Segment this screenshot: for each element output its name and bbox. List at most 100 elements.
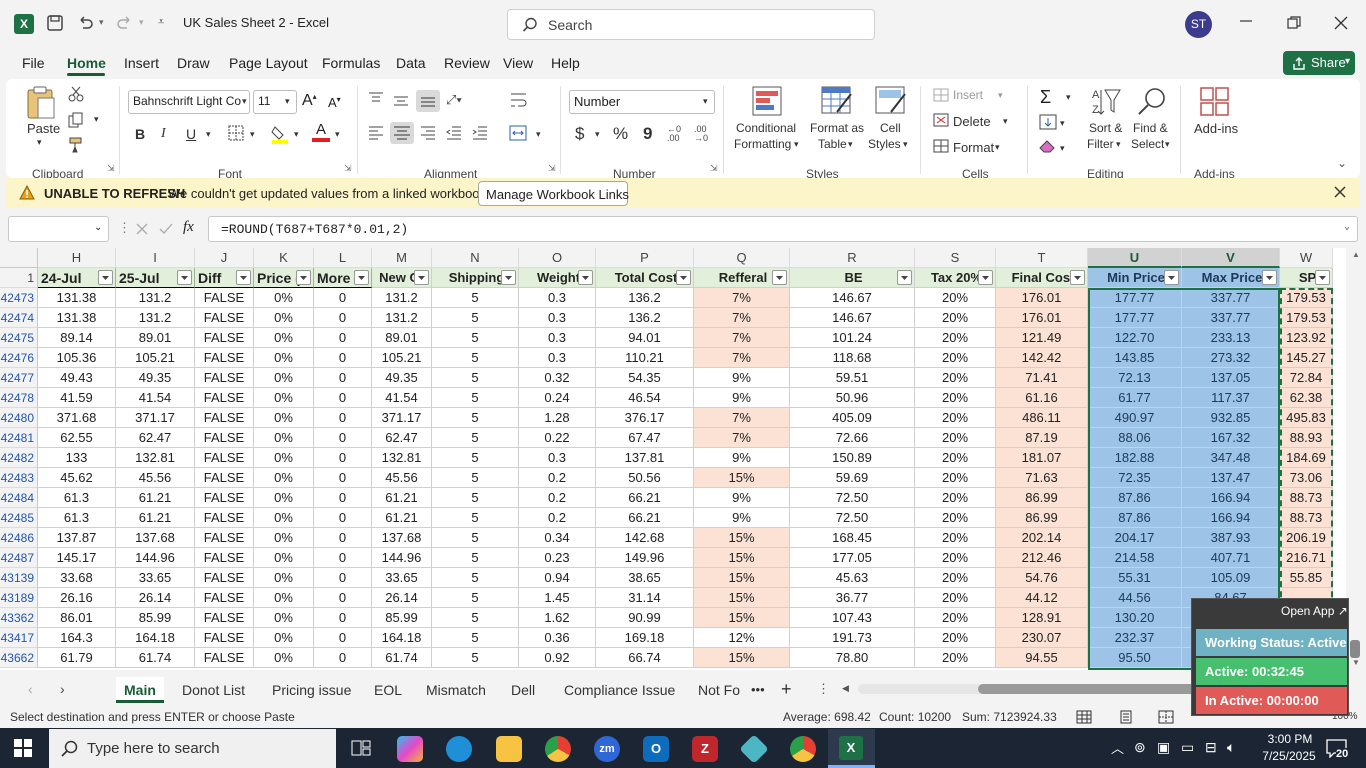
table-cell[interactable]: 72.13	[1088, 368, 1182, 388]
open-app-link[interactable]: Open App ↗	[1281, 604, 1348, 618]
table-cell[interactable]: 145.17	[38, 548, 116, 568]
table-cell[interactable]: 7%	[694, 288, 790, 308]
table-cell[interactable]: 9%	[694, 388, 790, 408]
next-sheet-icon[interactable]: ›	[60, 681, 65, 697]
table-cell[interactable]: 0%	[254, 388, 314, 408]
row-header[interactable]: 42483	[0, 468, 38, 488]
table-cell[interactable]: 490.97	[1088, 408, 1182, 428]
table-cell[interactable]: 131.2	[372, 308, 432, 328]
table-cell[interactable]: 233.13	[1182, 328, 1280, 348]
table-cell[interactable]: 49.35	[116, 368, 195, 388]
table-cell[interactable]: 5	[432, 648, 519, 668]
format-as-table-label2[interactable]: Table	[818, 137, 847, 151]
align-center-icon[interactable]	[390, 122, 414, 144]
filter-dropdown-icon[interactable]	[1164, 270, 1179, 285]
more-options-icon[interactable]: ⋮	[118, 220, 131, 236]
table-cell[interactable]: 66.21	[596, 508, 694, 528]
table-header-cell[interactable]: Max Price	[1182, 268, 1280, 288]
table-cell[interactable]: 0	[314, 428, 372, 448]
name-box-dropdown-icon[interactable]: ⌄	[94, 222, 102, 233]
number-launcher-icon[interactable]: ⇲	[710, 163, 718, 174]
more-sheets-icon[interactable]: •••	[751, 682, 765, 697]
filter-dropdown-icon[interactable]	[772, 270, 787, 285]
table-cell[interactable]: 122.70	[1088, 328, 1182, 348]
format-painter-icon[interactable]	[68, 137, 84, 153]
redo-icon[interactable]	[116, 14, 134, 32]
table-cell[interactable]: 182.88	[1088, 448, 1182, 468]
table-cell[interactable]: 181.07	[996, 448, 1088, 468]
save-icon[interactable]	[46, 14, 64, 32]
table-cell[interactable]: 46.54	[596, 388, 694, 408]
column-header-k[interactable]: K	[254, 248, 314, 268]
column-header-t[interactable]: T	[996, 248, 1088, 268]
sheet-tab-eol[interactable]: EOL	[366, 677, 410, 703]
delete-dropdown-icon[interactable]: ▾	[1003, 116, 1008, 127]
table-cell[interactable]: 5	[432, 388, 519, 408]
table-cell[interactable]: FALSE	[195, 448, 254, 468]
table-cell[interactable]: 61.21	[372, 508, 432, 528]
normal-view-icon[interactable]	[1076, 710, 1092, 724]
table-cell[interactable]: 145.27	[1280, 348, 1333, 368]
table-cell[interactable]: 0	[314, 448, 372, 468]
table-cell[interactable]: 0	[314, 568, 372, 588]
table-cell[interactable]: 0	[314, 328, 372, 348]
table-cell[interactable]: FALSE	[195, 588, 254, 608]
table-cell[interactable]: FALSE	[195, 608, 254, 628]
table-cell[interactable]: 0%	[254, 288, 314, 308]
table-cell[interactable]: FALSE	[195, 568, 254, 588]
table-cell[interactable]: 9%	[694, 448, 790, 468]
table-cell[interactable]: 20%	[915, 568, 996, 588]
table-cell[interactable]: 164.18	[372, 628, 432, 648]
task-view-icon[interactable]	[351, 738, 371, 758]
add-ins-label[interactable]: Add-ins	[1194, 121, 1238, 136]
column-header-s[interactable]: S	[915, 248, 996, 268]
conditional-formatting-label2[interactable]: Formatting	[734, 137, 791, 151]
table-cell[interactable]: 5	[432, 428, 519, 448]
font-size-select[interactable]: 11	[253, 90, 297, 114]
menu-insert[interactable]: Insert	[124, 55, 159, 71]
table-cell[interactable]: 88.06	[1088, 428, 1182, 448]
tray-battery-icon[interactable]: ▭	[1181, 739, 1194, 756]
table-cell[interactable]: 132.81	[116, 448, 195, 468]
table-cell[interactable]: 0%	[254, 488, 314, 508]
table-cell[interactable]: 26.14	[116, 588, 195, 608]
table-cell[interactable]: 0	[314, 608, 372, 628]
table-cell[interactable]: 177.77	[1088, 288, 1182, 308]
table-cell[interactable]: 167.32	[1182, 428, 1280, 448]
table-cell[interactable]: 0%	[254, 648, 314, 668]
table-cell[interactable]: 72.50	[790, 508, 915, 528]
table-cell[interactable]: 0.22	[519, 428, 596, 448]
table-cell[interactable]: 88.73	[1280, 488, 1333, 508]
fill-color-icon[interactable]	[271, 124, 289, 144]
file-explorer-icon[interactable]	[496, 736, 522, 762]
column-header-h[interactable]: H	[38, 248, 116, 268]
filter-dropdown-icon[interactable]	[296, 270, 311, 285]
table-cell[interactable]: 144.96	[372, 548, 432, 568]
row-header[interactable]: 42480	[0, 408, 38, 428]
table-cell[interactable]: 136.2	[596, 288, 694, 308]
table-cell[interactable]: 31.14	[596, 588, 694, 608]
table-cell[interactable]: 15%	[694, 608, 790, 628]
table-header-cell[interactable]: Tax 20%	[915, 268, 996, 288]
table-cell[interactable]: 0	[314, 508, 372, 528]
column-header-r[interactable]: R	[790, 248, 915, 268]
increase-font-icon[interactable]: A▴	[302, 92, 317, 110]
table-cell[interactable]: 7%	[694, 328, 790, 348]
table-cell[interactable]: 128.91	[996, 608, 1088, 628]
table-cell[interactable]: 72.66	[790, 428, 915, 448]
table-cell[interactable]: 9%	[694, 488, 790, 508]
table-header-cell[interactable]: Refferal	[694, 268, 790, 288]
table-cell[interactable]: 41.54	[372, 388, 432, 408]
table-cell[interactable]: 55.31	[1088, 568, 1182, 588]
sheet-tab-donot-list[interactable]: Donot List	[174, 677, 253, 703]
table-cell[interactable]: 61.16	[996, 388, 1088, 408]
table-cell[interactable]: 0	[314, 408, 372, 428]
clear-icon[interactable]	[1039, 139, 1057, 153]
format-as-table-label[interactable]: Format as	[810, 121, 864, 135]
sort-filter-label2[interactable]: Filter	[1087, 137, 1114, 151]
autosum-icon[interactable]: Σ	[1040, 87, 1051, 108]
table-cell[interactable]: 169.18	[596, 628, 694, 648]
format-cells-label[interactable]: Format	[953, 140, 994, 155]
table-cell[interactable]: FALSE	[195, 548, 254, 568]
expand-formula-icon[interactable]: ⌄	[1344, 221, 1350, 233]
